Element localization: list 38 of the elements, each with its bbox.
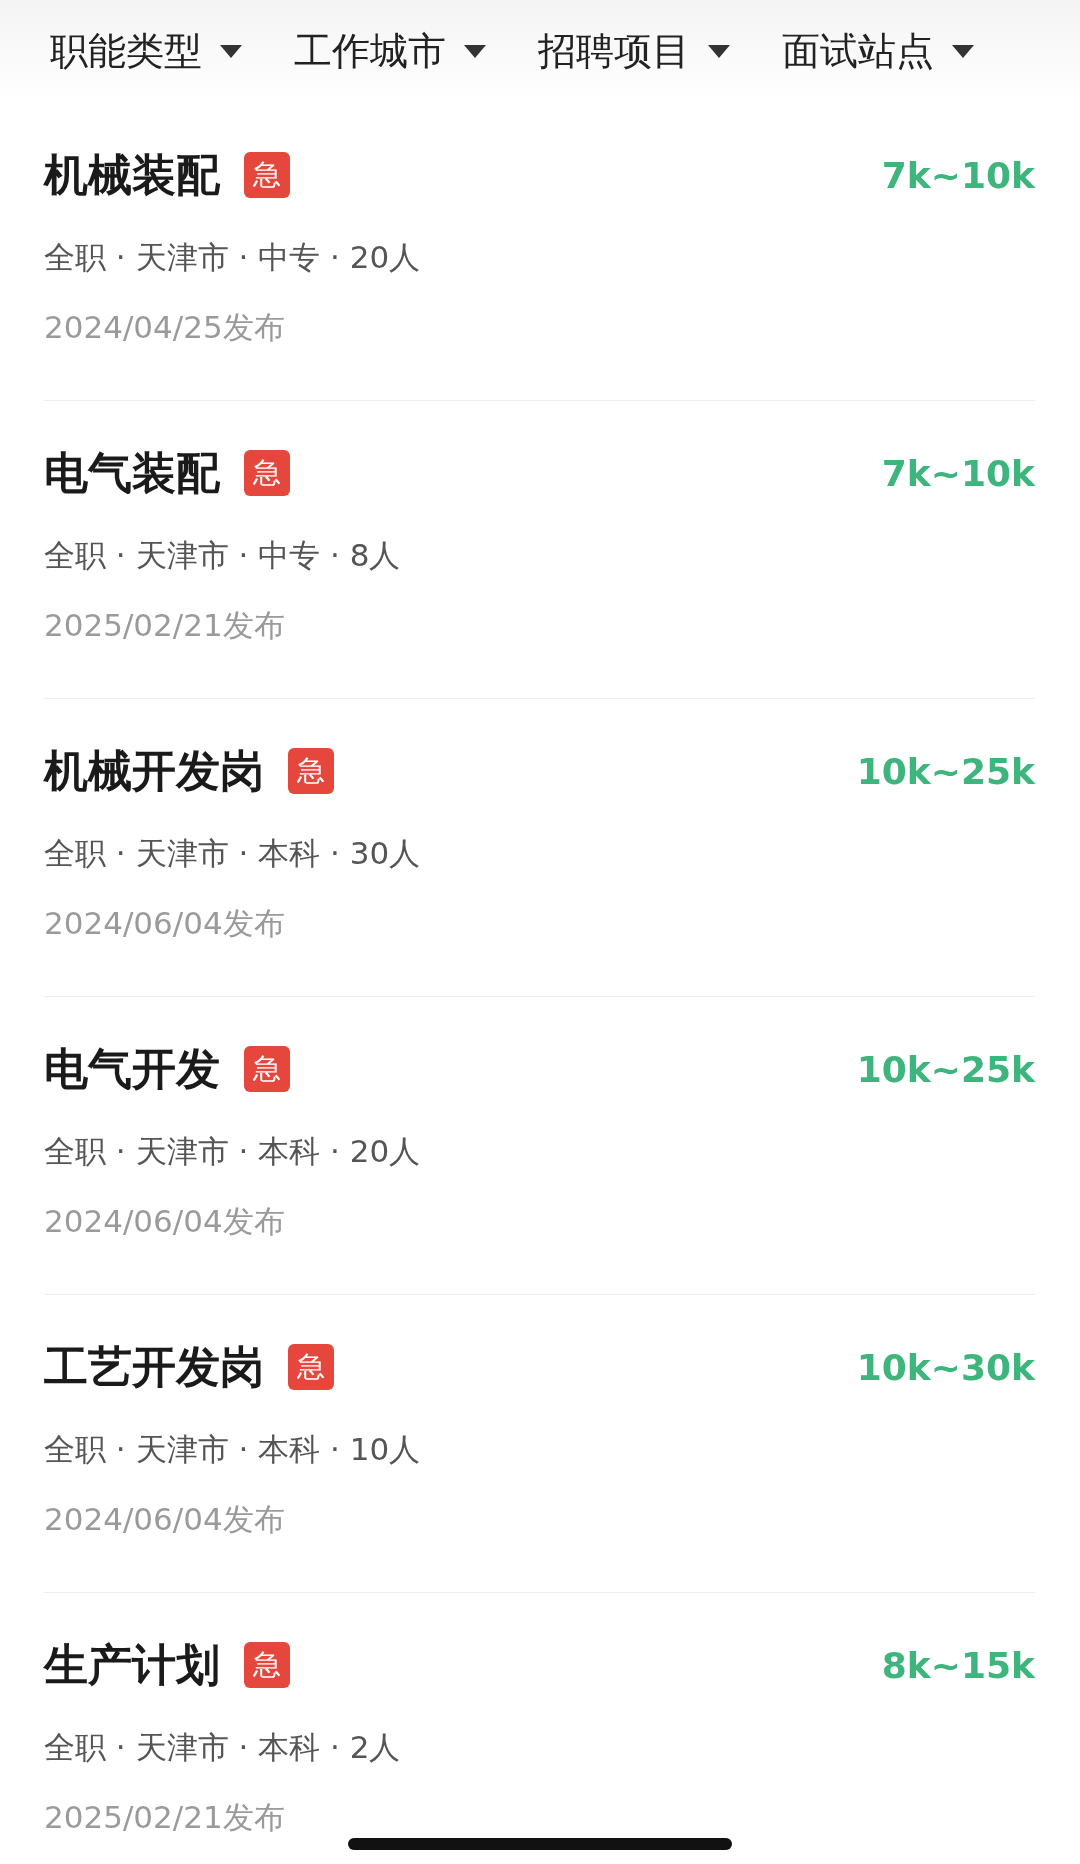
job-details: 全职 · 天津市 · 本科 · 10人 <box>44 1430 422 1468</box>
salary: 10k~25k <box>856 1048 1035 1090</box>
urgent-badge: 急 <box>244 152 290 198</box>
publish-date: 2024/06/04发布 <box>44 1500 286 1538</box>
job-details: 全职 · 天津市 · 本科 · 30人 <box>44 834 422 872</box>
salary: 7k~10k <box>881 452 1035 494</box>
job-details: 全职 · 天津市 · 中专 · 8人 <box>44 536 402 574</box>
job-details: 全职 · 天津市 · 本科 · 2人 <box>44 1728 402 1766</box>
caret-icon <box>952 45 974 58</box>
urgent-badge: 急 <box>244 1642 290 1688</box>
urgent-badge: 急 <box>244 1046 290 1092</box>
publish-date: 2024/06/04发布 <box>44 904 286 942</box>
salary: 10k~25k <box>856 750 1035 792</box>
urgent-badge: 急 <box>288 1344 334 1390</box>
job-title[interactable]: 工艺开发岗 <box>44 1337 264 1397</box>
publish-date: 2024/04/25发布 <box>44 308 286 346</box>
filter-dropdown[interactable]: 工作城市 <box>294 26 486 77</box>
caret-icon <box>464 45 486 58</box>
filter-dropdown[interactable]: 面试站点 <box>782 26 974 77</box>
salary: 7k~10k <box>881 154 1035 196</box>
publish-date: 2025/02/21发布 <box>44 1798 286 1836</box>
job-details: 全职 · 天津市 · 本科 · 20人 <box>44 1132 422 1170</box>
filter-dropdown[interactable]: 招聘项目 <box>538 26 730 77</box>
job-title[interactable]: 机械装配 <box>44 145 220 205</box>
job-title[interactable]: 机械开发岗 <box>44 741 264 801</box>
job-details: 全职 · 天津市 · 中专 · 20人 <box>44 238 422 276</box>
caret-icon <box>708 45 730 58</box>
salary: 10k~30k <box>856 1346 1035 1388</box>
urgent-badge: 急 <box>244 450 290 496</box>
salary: 8k~15k <box>881 1644 1035 1686</box>
job-title[interactable]: 电气开发 <box>44 1039 220 1099</box>
urgent-badge: 急 <box>288 748 334 794</box>
filter-dropdown[interactable]: 职能类型 <box>50 26 242 77</box>
job-title[interactable]: 生产计划 <box>44 1635 220 1695</box>
job-title[interactable]: 电气装配 <box>44 443 220 503</box>
publish-date: 2025/02/21发布 <box>44 606 286 644</box>
caret-icon <box>220 45 242 58</box>
publish-date: 2024/06/04发布 <box>44 1202 286 1240</box>
